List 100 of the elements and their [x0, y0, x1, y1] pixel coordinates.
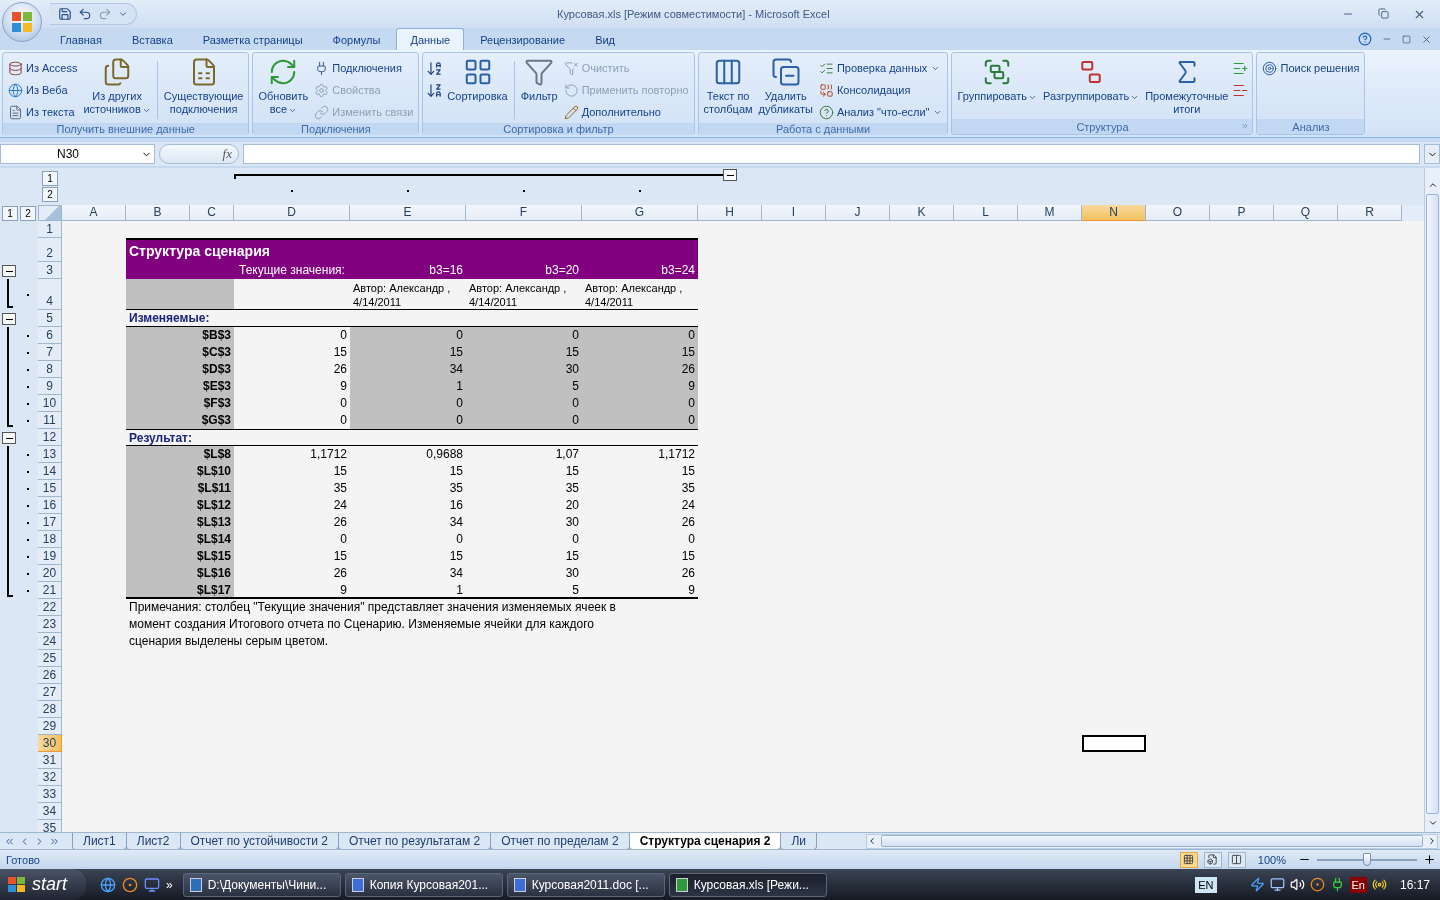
ribbon-button[interactable]: Из Access	[6, 57, 80, 79]
ribbon-button[interactable]: Консолидация	[816, 79, 945, 101]
row-header[interactable]: 5	[38, 310, 62, 327]
close-icon[interactable]	[1421, 33, 1432, 45]
outline-level-button[interactable]: 2	[20, 205, 36, 221]
active-cell[interactable]	[1082, 735, 1146, 752]
row-header[interactable]: 28	[38, 701, 62, 718]
view-button[interactable]	[1179, 851, 1198, 868]
column-header[interactable]: E	[350, 205, 466, 221]
ribbon-button[interactable]: Подключения	[312, 57, 416, 79]
ribbon-button[interactable]: Анализ "что-если"	[816, 101, 945, 123]
ribbon-button[interactable]: Сортировка	[445, 55, 510, 123]
task-button[interactable]: Копия Курсовая201...	[344, 872, 503, 897]
start-button[interactable]: start	[0, 869, 86, 900]
globe-icon[interactable]	[100, 876, 116, 893]
scroll-left-icon[interactable]	[867, 836, 877, 846]
ribbon-tab[interactable]: Вставка	[117, 28, 187, 50]
column-header[interactable]: L	[954, 205, 1018, 221]
task-button[interactable]: Курсовая.xls [Режи...	[668, 872, 827, 897]
language-indicator[interactable]: En	[1349, 876, 1367, 893]
undo-icon[interactable]	[78, 7, 92, 21]
office-button[interactable]	[2, 2, 42, 42]
row-header[interactable]: 16	[38, 497, 62, 514]
row-header[interactable]: 7	[38, 344, 62, 361]
row-header[interactable]: 11	[38, 412, 62, 429]
horizontal-scrollbar[interactable]	[866, 833, 1438, 849]
ribbon-button[interactable]: Из других источников	[81, 55, 153, 123]
task-button[interactable]: Курсовая2011.doc [...	[506, 872, 665, 897]
column-header[interactable]: H	[698, 205, 762, 221]
ribbon-button[interactable]: Промежуточные итоги	[1143, 55, 1231, 119]
ribbon-tab[interactable]: Разметка страницы	[188, 28, 317, 50]
ribbon-button[interactable]: Обновить все	[256, 55, 311, 123]
row-header[interactable]: 35	[38, 820, 62, 832]
row-header[interactable]: 18	[38, 531, 62, 548]
row-header[interactable]: 33	[38, 786, 62, 803]
column-header[interactable]: F	[466, 205, 582, 221]
column-header[interactable]: O	[1146, 205, 1210, 221]
row-header[interactable]: 23	[38, 616, 62, 633]
vertical-scrollbar[interactable]	[1424, 168, 1440, 832]
column-header[interactable]: Q	[1274, 205, 1338, 221]
ring-icon[interactable]	[1309, 877, 1325, 892]
scroll-thumb[interactable]	[881, 835, 1423, 847]
ribbon-button[interactable]: Из Веба	[6, 79, 80, 101]
row-header[interactable]: 4	[38, 279, 62, 310]
row-header[interactable]: 32	[38, 769, 62, 786]
ribbon-button[interactable]: Группировать	[955, 55, 1039, 119]
sheet-tab[interactable]: Ли	[780, 832, 817, 850]
customize-icon[interactable]	[118, 9, 128, 19]
row-header[interactable]: 19	[38, 548, 62, 565]
row-header[interactable]: 15	[38, 480, 62, 497]
row-header[interactable]: 29	[38, 718, 62, 735]
slider-thumb[interactable]	[1363, 852, 1371, 866]
dot-circle-icon[interactable]	[122, 876, 138, 893]
row-header[interactable]: 9	[38, 378, 62, 395]
task-button[interactable]: D:\Документы\Чини...	[182, 872, 341, 897]
ribbon-button[interactable]: Разгруппировать	[1041, 55, 1142, 119]
view-button[interactable]	[1203, 851, 1222, 868]
outline-level-button[interactable]: 1	[42, 171, 58, 186]
row-header[interactable]: 20	[38, 565, 62, 582]
ribbon-tab[interactable]: Рецензирование	[466, 28, 580, 50]
row-header[interactable]: 27	[38, 684, 62, 701]
collapse-button[interactable]	[2, 313, 16, 325]
row-header[interactable]: 3	[38, 262, 62, 279]
ribbon-button[interactable]: Фильтр	[518, 55, 560, 123]
function-label[interactable]: fx	[222, 146, 232, 162]
restore-icon[interactable]	[1378, 7, 1389, 19]
outline-level-button[interactable]: 2	[42, 187, 58, 202]
ribbon-button[interactable]: Дополнительно	[561, 101, 691, 123]
row-header[interactable]: 6	[38, 327, 62, 344]
formula-field[interactable]	[243, 144, 1420, 164]
outline-level-button[interactable]: 1	[2, 205, 18, 221]
row-header[interactable]: 24	[38, 633, 62, 650]
row-header[interactable]: 30	[38, 735, 62, 752]
monitor-icon[interactable]	[1269, 877, 1285, 892]
media-icon[interactable]	[144, 876, 160, 893]
row-header[interactable]: 31	[38, 752, 62, 769]
column-header[interactable]: G	[582, 205, 698, 221]
row-header[interactable]: 34	[38, 803, 62, 820]
row-header[interactable]: 8	[38, 361, 62, 378]
row-header[interactable]: 1	[38, 221, 62, 238]
speaker-icon[interactable]	[1289, 877, 1305, 892]
more-icon[interactable]: »	[166, 877, 173, 892]
sheet-tab[interactable]: Лист1	[72, 832, 127, 850]
column-header[interactable]: N	[1082, 205, 1146, 221]
zoom-in-icon[interactable]	[1423, 853, 1436, 866]
row-header[interactable]: 22	[38, 599, 62, 616]
row-header[interactable]: 14	[38, 463, 62, 480]
column-header[interactable]: P	[1210, 205, 1274, 221]
ribbon-button[interactable]: Проверка данных	[816, 57, 945, 79]
scroll-up-icon[interactable]	[1427, 180, 1438, 190]
column-header[interactable]: J	[826, 205, 890, 221]
collapse-button[interactable]	[2, 265, 16, 277]
row-header[interactable]: 13	[38, 446, 62, 463]
ribbon-button[interactable]: Поиск решения	[1260, 57, 1362, 79]
ribbon-tab[interactable]: Формулы	[318, 28, 395, 50]
scroll-down-icon[interactable]	[1427, 818, 1438, 828]
radio-icon[interactable]	[1371, 877, 1387, 892]
ribbon-tab[interactable]: Данные	[396, 28, 465, 50]
sheet-tab[interactable]: Структура сценария 2	[628, 832, 782, 850]
column-header[interactable]: D	[234, 205, 350, 221]
